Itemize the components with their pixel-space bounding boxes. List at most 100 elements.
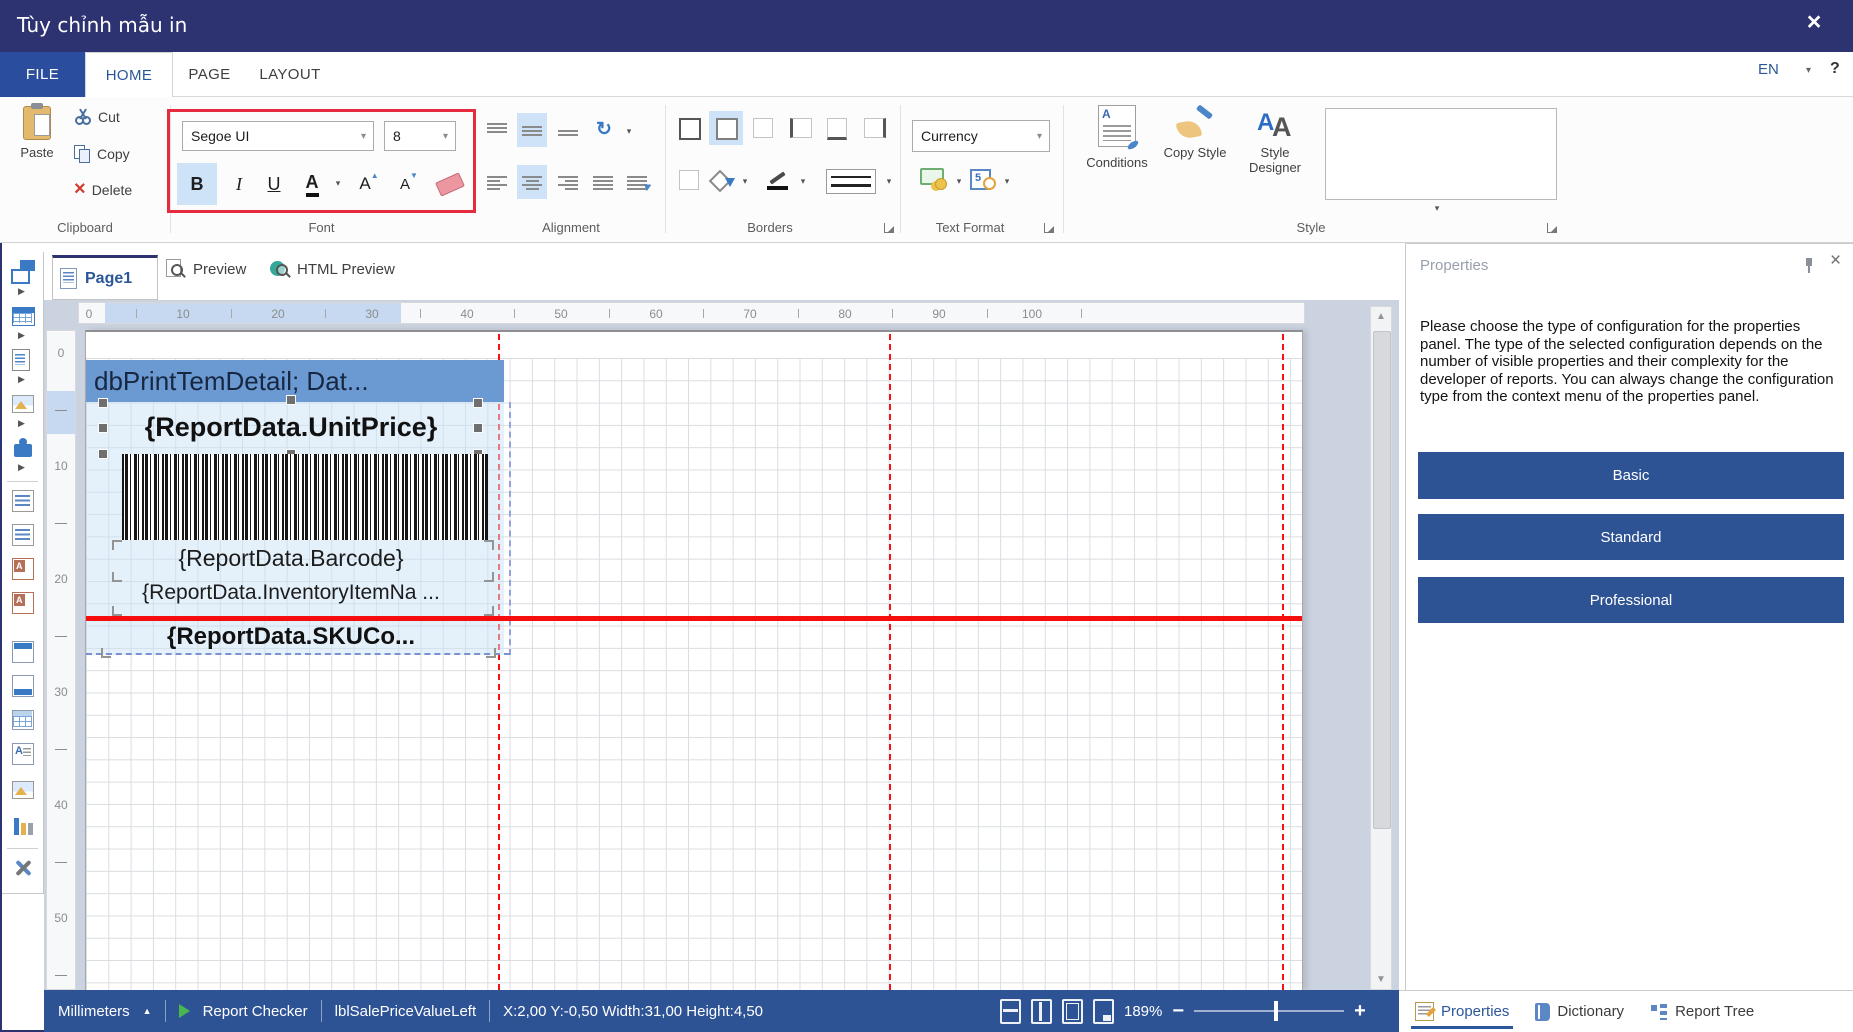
outer-border-button[interactable] <box>709 111 743 145</box>
zoom-slider-thumb[interactable] <box>1274 1001 1279 1021</box>
tab-page1[interactable]: Page1 <box>52 255 158 300</box>
chart-tool-icon[interactable] <box>11 813 35 837</box>
pin-icon[interactable] <box>1804 258 1814 273</box>
report-checker-button[interactable]: Report Checker <box>203 1003 308 1020</box>
font-color-button[interactable]: A <box>296 163 328 205</box>
bands-tool-icon[interactable] <box>11 260 35 284</box>
chevron-down-icon[interactable]: ▾ <box>331 171 345 195</box>
chevron-down-icon[interactable]: ▾ <box>1000 171 1014 191</box>
barcode-element[interactable] <box>122 454 488 540</box>
expand-arrow-icon[interactable]: ▶ <box>18 330 25 341</box>
sku-text-element[interactable]: {ReportData.SKUCo... <box>105 622 477 652</box>
line-style-button[interactable] <box>824 167 878 195</box>
tab-dictionary[interactable]: Dictionary <box>1535 991 1624 1032</box>
zoom-in-button[interactable]: + <box>1354 1001 1366 1021</box>
paste-button[interactable]: Paste <box>10 103 64 186</box>
bold-button[interactable]: B <box>177 163 217 205</box>
style-gallery[interactable] <box>1325 108 1557 200</box>
chevron-down-icon[interactable]: ▾ <box>882 171 896 191</box>
clear-formatting-button[interactable] <box>432 167 468 201</box>
cut-button[interactable]: Cut <box>74 108 120 125</box>
align-middle-button[interactable] <box>517 113 547 147</box>
resize-handle[interactable] <box>98 423 108 433</box>
footer-band-icon[interactable] <box>11 674 35 698</box>
services-tool-icon[interactable] <box>11 856 35 880</box>
copy-style-button[interactable]: Copy Style <box>1162 105 1228 201</box>
datetime-format-button[interactable] <box>968 165 998 193</box>
tab-html-preview[interactable]: HTML Preview <box>270 259 395 279</box>
vertical-scrollbar[interactable]: ▲ ▼ <box>1370 306 1392 990</box>
chevron-down-icon[interactable]: ▾ <box>1430 201 1444 215</box>
resize-handle[interactable] <box>98 398 108 408</box>
border-color-button[interactable] <box>764 165 792 195</box>
cross-bands-tool-icon[interactable] <box>11 304 35 328</box>
zoom-slider[interactable] <box>1194 1001 1345 1021</box>
tab-file[interactable]: FILE <box>0 52 85 97</box>
fit-whole-page-icon[interactable] <box>1062 998 1083 1024</box>
fit-page-height-icon[interactable] <box>1031 998 1052 1024</box>
tab-layout[interactable]: LAYOUT <box>246 52 334 97</box>
currency-format-button[interactable] <box>918 165 950 193</box>
copy-button[interactable]: Copy <box>74 145 130 163</box>
professional-config-button[interactable]: Professional <box>1418 577 1844 623</box>
tab-page[interactable]: PAGE <box>173 52 246 97</box>
chevron-down-icon[interactable]: ▾ <box>952 171 966 191</box>
inventory-name-text-element[interactable]: {ReportData.InventoryItemNa ... <box>105 578 477 608</box>
data-band-icon[interactable] <box>11 557 35 581</box>
resize-handle[interactable] <box>473 398 483 408</box>
standard-config-button[interactable]: Standard <box>1418 514 1844 560</box>
border-style-button[interactable] <box>672 163 706 197</box>
no-border-button[interactable] <box>746 111 780 145</box>
word-wrap-button[interactable] <box>621 165 653 199</box>
resize-handle[interactable] <box>286 395 296 405</box>
italic-button[interactable]: I <box>224 163 254 205</box>
borders-dialog-launcher-icon[interactable] <box>884 223 894 233</box>
tab-home[interactable]: HOME <box>85 52 173 97</box>
expand-arrow-icon[interactable]: ▶ <box>18 418 25 429</box>
bottom-border-button[interactable] <box>820 111 854 145</box>
barcode-text-element[interactable]: {ReportData.Barcode} <box>105 542 477 574</box>
image-tool-icon[interactable] <box>11 392 35 416</box>
align-left-button[interactable] <box>482 165 512 199</box>
units-selector[interactable]: Millimeters <box>58 1003 130 1020</box>
unit-price-text-element[interactable]: {ReportData.UnitPrice} <box>105 404 477 450</box>
picture-tool-icon[interactable] <box>11 778 35 802</box>
chevron-down-icon[interactable]: ▾ <box>1806 65 1811 76</box>
text-format-dialog-launcher-icon[interactable] <box>1044 223 1054 233</box>
report-title-band-icon[interactable] <box>11 489 35 513</box>
text-rotation-button[interactable]: ↻ <box>589 113 619 147</box>
basic-config-button[interactable]: Basic <box>1418 452 1844 499</box>
zoom-100-icon[interactable] <box>1093 998 1114 1024</box>
page-header-band-icon[interactable] <box>11 523 35 547</box>
tab-properties[interactable]: Properties <box>1410 991 1514 1032</box>
expand-arrow-icon[interactable]: ▶ <box>18 462 25 473</box>
fill-color-button[interactable] <box>708 165 736 195</box>
chevron-up-icon[interactable]: ▲ <box>143 1006 152 1016</box>
scrollbar-thumb[interactable] <box>1373 331 1391 829</box>
style-dialog-launcher-icon[interactable] <box>1547 223 1557 233</box>
align-bottom-button[interactable] <box>553 113 583 147</box>
align-top-button[interactable] <box>482 113 512 147</box>
language-selector[interactable]: EN <box>1758 61 1779 78</box>
delete-button[interactable]: × Delete <box>74 179 132 199</box>
close-icon[interactable]: × <box>1796 8 1832 37</box>
fit-page-width-icon[interactable] <box>1000 998 1021 1024</box>
right-border-button[interactable] <box>857 111 891 145</box>
font-size-combo[interactable]: 8 ▾ <box>384 121 456 151</box>
report-page[interactable]: dbPrintTemDetail; Dat... {ReportData.Uni… <box>85 330 1303 990</box>
table-tool-icon[interactable] <box>11 708 35 732</box>
horizontal-line-element[interactable] <box>86 616 1302 621</box>
chevron-down-icon[interactable]: ▾ <box>796 171 810 191</box>
tab-preview[interactable]: Preview <box>166 259 246 279</box>
text-format-combo[interactable]: Currency ▾ <box>912 120 1050 152</box>
align-right-button[interactable] <box>553 165 583 199</box>
text-tool-icon[interactable] <box>11 742 35 766</box>
tab-report-tree[interactable]: Report Tree <box>1650 991 1754 1032</box>
expand-arrow-icon[interactable]: ▶ <box>18 374 25 385</box>
all-borders-button[interactable] <box>672 111 706 145</box>
resize-handle[interactable] <box>473 423 483 433</box>
style-designer-button[interactable]: AA Style Designer <box>1236 105 1314 201</box>
scroll-down-icon[interactable]: ▼ <box>1371 974 1391 985</box>
data-band-alt-icon[interactable] <box>11 591 35 615</box>
help-button[interactable]: ? <box>1830 60 1840 78</box>
